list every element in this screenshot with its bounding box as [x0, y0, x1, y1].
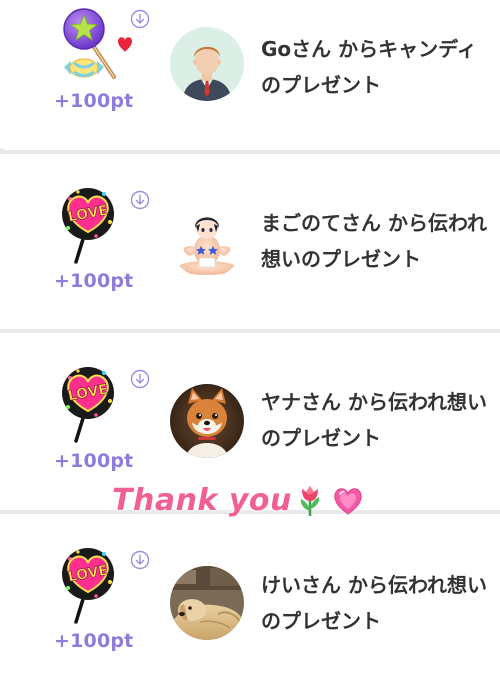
points-label: +100pt	[54, 270, 134, 292]
candy-icon	[56, 5, 136, 85]
golden-dog-avatar	[170, 566, 244, 640]
anime-figure-avatar	[170, 204, 244, 278]
gift-message: まごのてさん から伝われ想いのプレゼント	[261, 211, 487, 271]
points-label: +100pt	[54, 630, 134, 652]
gift-message: ヤナさん から伝われ想いのプレゼント	[261, 390, 487, 450]
love-uchiwa-icon: LOVE	[56, 544, 136, 624]
love-uchiwa-icon: LOVE	[56, 184, 136, 264]
default-male-avatar	[170, 27, 244, 101]
download-icon[interactable]	[130, 550, 150, 570]
points-label: +100pt	[54, 90, 134, 112]
love-uchiwa-icon: LOVE	[56, 363, 136, 443]
sparkling-heart-icon	[334, 488, 362, 515]
points-label: +100pt	[54, 450, 134, 472]
shiba-dog-avatar	[170, 384, 244, 458]
download-icon[interactable]	[130, 190, 150, 210]
gift-history-page: +100pt Goさん からキャンディのプレゼント LOVE +100pt まご…	[0, 0, 500, 673]
gift-row[interactable]: LOVE +100pt けいさん から伝われ想いのプレゼント	[0, 514, 500, 673]
download-icon[interactable]	[130, 9, 150, 29]
download-icon[interactable]	[130, 369, 150, 389]
gift-message: Goさん からキャンディのプレゼント	[261, 37, 477, 97]
gift-row[interactable]: LOVE +100pt まごのてさん から伝われ想いのプレゼント	[0, 154, 500, 329]
thank-you-text: Thank you	[112, 482, 292, 518]
gift-message: けいさん から伝われ想いのプレゼント	[261, 573, 487, 633]
gift-row[interactable]: +100pt Goさん からキャンディのプレゼント	[0, 0, 500, 148]
thank-you-overlay: Thank you	[112, 478, 365, 522]
tulip-icon	[300, 486, 320, 516]
